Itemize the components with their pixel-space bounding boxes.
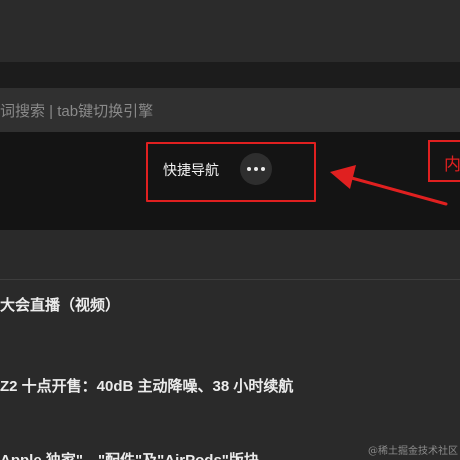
news-item[interactable]: Apple 独家"、"配件"及"AirPods"版块 <box>0 449 259 460</box>
more-options-button[interactable] <box>240 153 272 185</box>
quick-nav-label[interactable]: 快捷导航 <box>163 160 219 180</box>
section-divider <box>0 279 460 280</box>
more-horizontal-icon <box>247 167 251 171</box>
top-bar <box>0 0 460 62</box>
header-band <box>0 62 460 88</box>
search-placeholder: 词搜索 | tab键切换引擎 <box>0 103 154 120</box>
watermark: @稀土掘金技术社区 <box>368 446 458 457</box>
more-dot <box>261 167 265 171</box>
callout-text: 内 <box>444 155 460 174</box>
news-item[interactable]: 大会直播（视频） <box>0 294 120 315</box>
news-item[interactable]: Z2 十点开售：40dB 主动降噪、38 小时续航 <box>0 375 293 396</box>
more-dot <box>254 167 258 171</box>
